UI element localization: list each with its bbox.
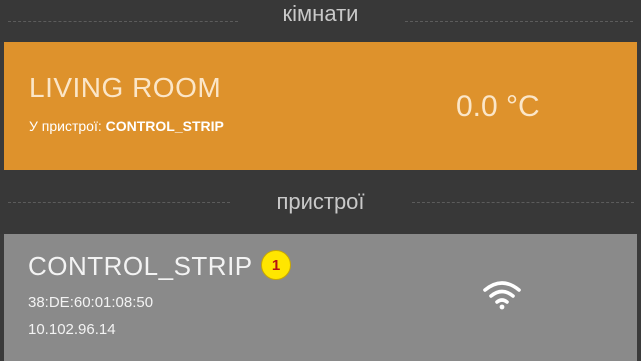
annotation-badge: 1 <box>261 250 291 280</box>
divider <box>405 21 633 22</box>
device-ip-address: 10.102.96.14 <box>28 321 116 338</box>
devices-section-header: пристрої <box>0 170 641 234</box>
room-device-name: CONTROL_STRIP <box>105 118 224 134</box>
rooms-section-header: кімнати <box>0 0 641 42</box>
devices-section-title: пристрої <box>276 189 365 214</box>
divider <box>8 21 238 22</box>
room-device-prefix: У пристрої: <box>29 118 106 134</box>
room-card-living-room[interactable]: LIVING ROOM У пристрої: CONTROL_STRIP 0.… <box>4 42 637 170</box>
divider <box>8 202 230 203</box>
room-name: LIVING ROOM <box>29 72 222 103</box>
divider <box>412 202 634 203</box>
device-name: CONTROL_STRIP <box>28 251 253 281</box>
room-temperature: 0.0 °C <box>456 90 540 123</box>
room-device-info: У пристрої: CONTROL_STRIP <box>29 118 224 134</box>
device-card-control-strip[interactable]: CONTROL_STRIP 1 38:DE:60:01:08:50 10.102… <box>4 234 637 361</box>
wifi-icon <box>483 281 521 310</box>
device-mac-address: 38:DE:60:01:08:50 <box>28 294 154 311</box>
rooms-section-title: кімнати <box>282 1 359 26</box>
